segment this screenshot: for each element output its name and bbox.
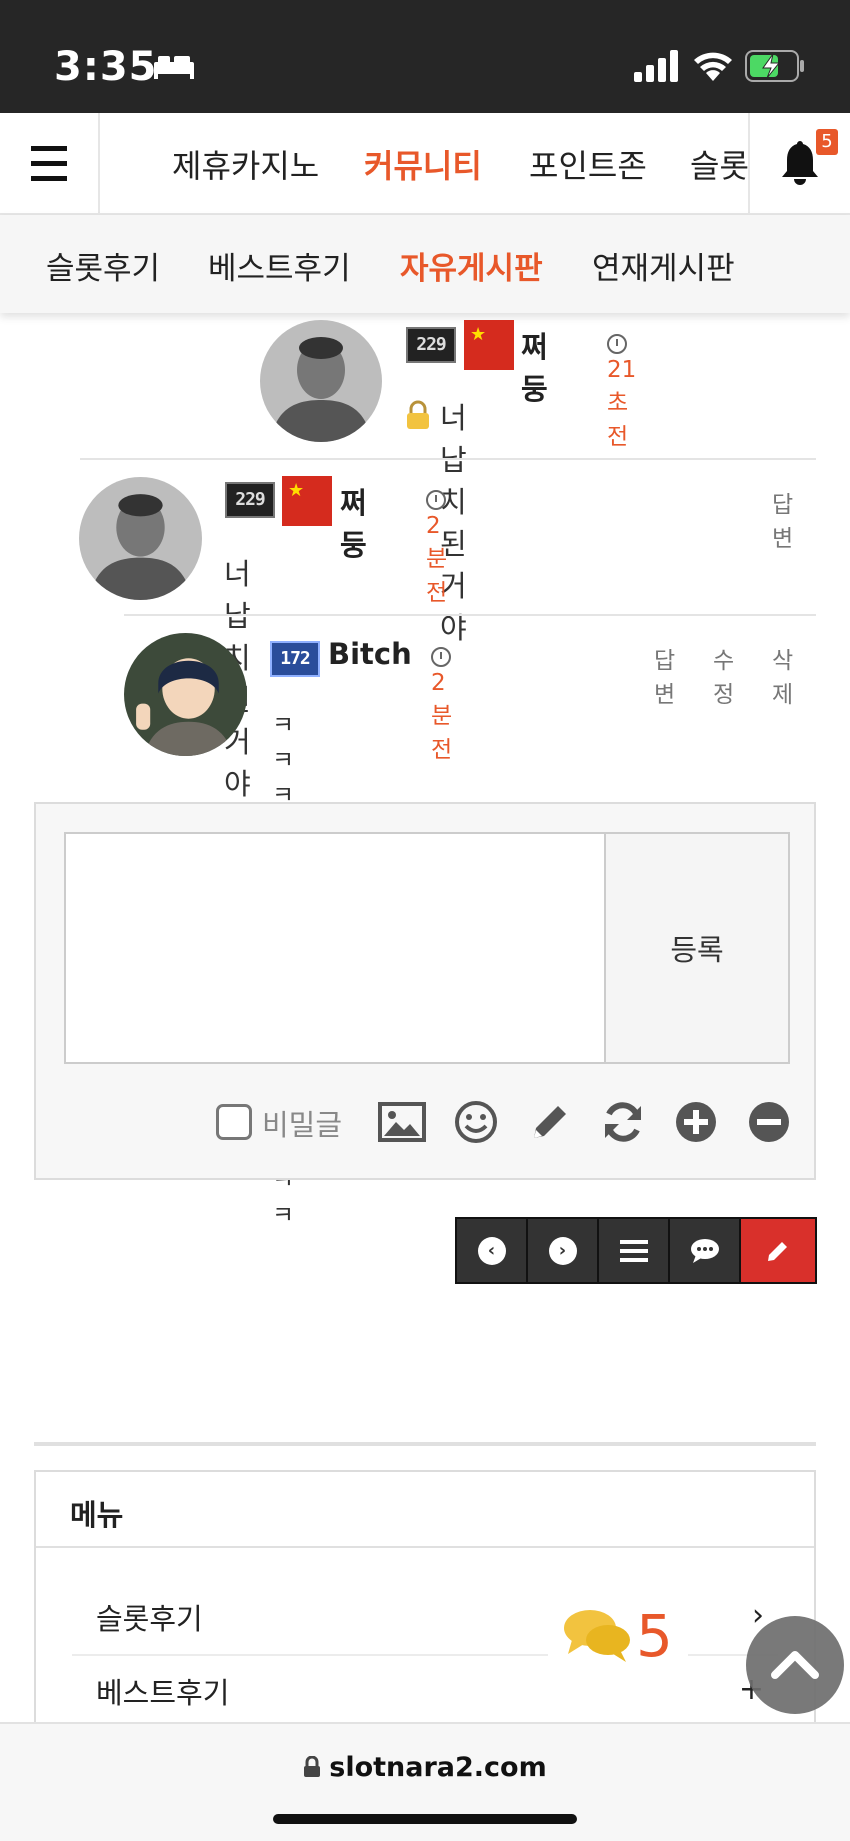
clock-icon: [607, 334, 627, 354]
home-indicator: [273, 1814, 577, 1824]
menu-item-slot-review[interactable]: 슬롯후기: [96, 1596, 203, 1638]
wifi-icon: [694, 52, 732, 81]
cellular-signal-icon: [634, 50, 678, 82]
tab-free-board[interactable]: 자유게시판: [400, 243, 543, 288]
board-tabs: 슬롯후기 베스트후기 자유게시판 연재게시판: [0, 215, 850, 313]
battery-charging-icon: [745, 50, 804, 82]
post-navigation: ‹ ›: [455, 1217, 817, 1284]
bell-icon: [782, 141, 818, 185]
comment-button[interactable]: [670, 1219, 741, 1282]
notification-badge: 5: [816, 129, 838, 155]
status-bar: 3:35: [0, 0, 850, 113]
comment-textarea[interactable]: [64, 832, 606, 1064]
comment-icon: [690, 1238, 719, 1263]
china-flag-icon: ★: [464, 320, 514, 370]
nav-item-community[interactable]: 커뮤니티: [364, 141, 482, 187]
refresh-icon[interactable]: [599, 1098, 647, 1146]
china-flag-icon: ★: [282, 476, 332, 526]
delete-button[interactable]: 삭제: [772, 641, 793, 709]
nav-item-point-zone[interactable]: 포인트존: [529, 141, 647, 187]
avatar[interactable]: [260, 320, 382, 442]
secret-checkbox[interactable]: [216, 1104, 252, 1140]
reply-button[interactable]: 답변: [772, 485, 793, 553]
chevron-right-icon: ›: [548, 1236, 577, 1265]
menu-item-best-review[interactable]: 베스트후기: [96, 1670, 229, 1712]
comment-author[interactable]: Bitch: [328, 637, 412, 671]
top-nav-items: 제휴카지노 커뮤니티 포인트존 슬롯: [100, 113, 748, 213]
comment-divider: [124, 614, 816, 616]
comment-count: 5: [636, 1602, 673, 1670]
tab-slot-review[interactable]: 슬롯후기: [46, 243, 160, 288]
write-button[interactable]: [741, 1219, 815, 1282]
reply-button[interactable]: 답변: [654, 641, 675, 709]
status-time: 3:35: [54, 44, 158, 90]
comment-divider: [80, 458, 816, 460]
comment-author[interactable]: 쩌둥: [340, 480, 367, 564]
secret-label: 비밀글: [262, 1108, 343, 1142]
scroll-to-top-button[interactable]: [746, 1616, 844, 1714]
level-badge: 172: [270, 641, 320, 677]
notifications-button[interactable]: 5: [748, 113, 850, 213]
image-icon[interactable]: [378, 1098, 426, 1146]
prev-post-button[interactable]: ‹: [457, 1219, 528, 1282]
plus-circle-icon[interactable]: [672, 1098, 720, 1146]
section-divider: [34, 1442, 816, 1446]
pencil-icon: [768, 1241, 787, 1261]
nav-item-slot[interactable]: 슬롯: [690, 141, 748, 187]
top-navigation: 제휴카지노 커뮤니티 포인트존 슬롯 5: [0, 113, 850, 215]
lock-icon: [407, 400, 429, 429]
hamburger-icon: [31, 141, 67, 186]
chevron-up-icon: [771, 1651, 819, 1679]
browser-url-bar[interactable]: slotnara2.com: [0, 1722, 850, 1841]
menu-button[interactable]: [0, 113, 100, 213]
clock-icon: [426, 490, 446, 510]
pencil-icon[interactable]: [526, 1098, 574, 1146]
comment-count-float[interactable]: 5: [548, 1596, 688, 1678]
list-icon: [619, 1239, 648, 1262]
nav-item-partner-casino[interactable]: 제휴카지노: [172, 141, 319, 187]
level-badge: 229: [225, 482, 275, 518]
sleep-focus-icon: [154, 56, 194, 79]
tab-best-review[interactable]: 베스트후기: [208, 243, 351, 288]
chat-bubbles-icon: [564, 1610, 630, 1662]
avatar[interactable]: [124, 633, 247, 756]
url-text: slotnara2.com: [0, 1752, 850, 1783]
comment-time: 21초전: [607, 331, 636, 451]
comment-time: 2분전: [426, 487, 452, 607]
comment-author[interactable]: 쩌둥: [521, 324, 548, 408]
comment-form: 등록 비밀글: [34, 802, 816, 1180]
next-post-button[interactable]: ›: [528, 1219, 599, 1282]
emoji-icon[interactable]: [452, 1098, 500, 1146]
level-badge: 229: [406, 327, 456, 363]
minus-circle-icon[interactable]: [745, 1098, 793, 1146]
edit-button[interactable]: 수정: [713, 641, 734, 709]
clock-icon: [431, 647, 451, 667]
chevron-left-icon: ‹: [477, 1236, 506, 1265]
list-button[interactable]: [599, 1219, 670, 1282]
lock-icon: [304, 1755, 321, 1777]
avatar[interactable]: [79, 477, 202, 600]
side-menu: 메뉴 슬롯후기 › 베스트후기 +: [34, 1470, 816, 1730]
submit-button[interactable]: 등록: [606, 832, 790, 1064]
tab-serial-board[interactable]: 연재게시판: [592, 243, 735, 288]
menu-title: 메뉴: [36, 1472, 814, 1548]
comment-time: 2분전: [431, 644, 457, 764]
